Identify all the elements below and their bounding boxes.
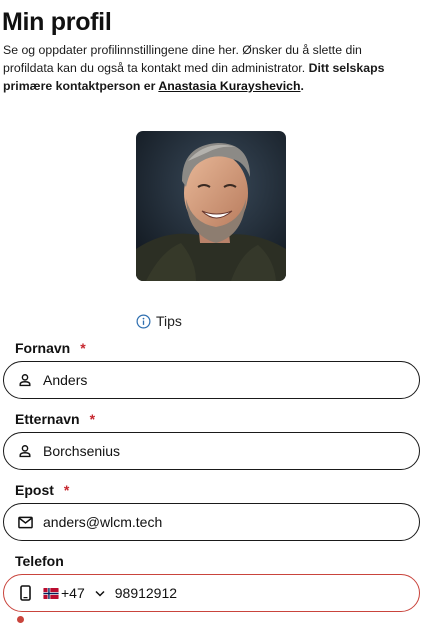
email-label: Epost * xyxy=(15,482,69,499)
profile-photo xyxy=(136,131,286,281)
phone-label-text: Telefon xyxy=(15,553,64,569)
profile-avatar[interactable] xyxy=(136,131,286,281)
phone-error-hint xyxy=(17,614,24,624)
country-code-select[interactable]: +47 xyxy=(43,585,105,601)
chevron-down-icon xyxy=(95,590,105,597)
intro-end: . xyxy=(300,79,304,93)
required-marker: * xyxy=(80,340,86,356)
norway-flag-icon xyxy=(43,587,59,599)
first-name-field[interactable] xyxy=(3,361,420,399)
primary-contact-link[interactable]: Anastasia Kurayshevich xyxy=(158,79,300,93)
page-title: Min profil xyxy=(2,8,112,36)
person-icon xyxy=(17,372,33,388)
last-name-label-text: Etternavn xyxy=(15,411,80,427)
first-name-input[interactable] xyxy=(43,370,419,390)
country-code: +47 xyxy=(61,585,85,601)
tips-link[interactable]: Tips xyxy=(136,312,182,330)
mail-icon xyxy=(17,514,33,530)
tips-label: Tips xyxy=(156,313,182,329)
first-name-label-text: Fornavn xyxy=(15,340,71,356)
phone-field[interactable]: +47 xyxy=(3,574,420,612)
phone-label: Telefon xyxy=(15,553,64,570)
last-name-label: Etternavn * xyxy=(15,411,95,428)
first-name-label: Fornavn * xyxy=(15,340,86,357)
email-input[interactable] xyxy=(43,512,419,532)
last-name-field[interactable] xyxy=(3,432,420,470)
phone-input[interactable] xyxy=(114,583,419,603)
last-name-input[interactable] xyxy=(43,441,419,461)
email-label-text: Epost xyxy=(15,482,54,498)
info-icon xyxy=(136,314,151,328)
email-field[interactable] xyxy=(3,503,420,541)
person-icon xyxy=(17,443,33,459)
required-marker: * xyxy=(63,482,70,498)
phone-icon xyxy=(17,585,33,601)
required-marker: * xyxy=(89,411,96,427)
profile-intro: Se og oppdater profilinnstillingene dine… xyxy=(3,41,415,95)
